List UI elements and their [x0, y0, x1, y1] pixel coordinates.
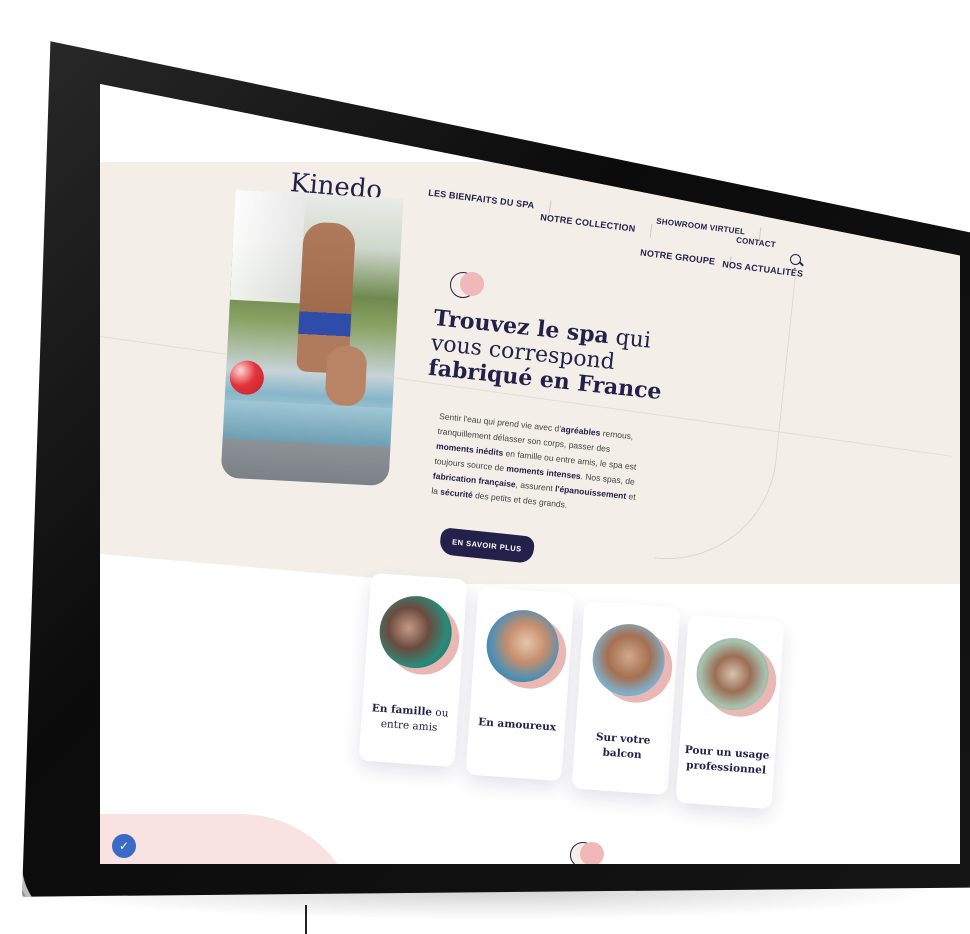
browser-viewport: Kinedo LES BIENFAITS DU SPA NOTRE COLLEC…	[100, 84, 960, 864]
cta-button[interactable]: EN SAVOIR PLUS	[438, 527, 535, 564]
hero-paragraph-segment: agréables	[560, 423, 601, 438]
card-label-bold: En famille	[371, 702, 433, 719]
decorative-pill-icon	[450, 272, 484, 298]
card-label: En amoureux	[473, 715, 562, 736]
curtain-shape	[229, 189, 306, 304]
card-label: Sur votre balcon	[578, 729, 668, 765]
card-amoureux[interactable]: En amoureux	[465, 586, 575, 782]
girl-figure	[324, 344, 368, 407]
card-label: Pour un usage professionnel	[682, 743, 772, 779]
search-icon[interactable]	[790, 254, 801, 265]
card-label-bold: En amoureux	[477, 716, 557, 734]
card-balcon[interactable]: Sur votre balcon	[571, 600, 681, 796]
decorative-pill-icon	[570, 842, 604, 864]
site-header	[100, 162, 960, 312]
hero-paragraph: Sentir l'eau qui prend vie avec d'agréab…	[431, 409, 644, 520]
hero-title: Trouvez le spa qui vous correspond fabri…	[427, 305, 693, 408]
stand-cable	[305, 905, 307, 934]
hero-paragraph-segment: moments inédits	[435, 440, 504, 458]
hero-paragraph-segment: , assurent	[515, 479, 556, 494]
chat-icon[interactable]: ✓	[112, 834, 136, 858]
hero-paragraph-segment: sécurité	[439, 486, 474, 500]
tablet-device: Kinedo LES BIENFAITS DU SPA NOTRE COLLEC…	[22, 14, 970, 924]
hero-paragraph-segment: moments intenses	[505, 463, 582, 482]
card-professionnel[interactable]: Pour un usage professionnel	[675, 614, 785, 810]
hero-photo	[220, 189, 404, 487]
card-famille[interactable]: En famille ou entre amis	[358, 572, 468, 768]
beach-ball	[228, 359, 265, 396]
card-label-bold: Sur votre balcon	[595, 731, 651, 762]
spa-tub	[220, 399, 393, 487]
card-label: En famille ou entre amis	[365, 701, 455, 737]
hero-paragraph-segment: l'épanouissement	[554, 483, 627, 501]
hero-paragraph-segment: . Nos spas, de	[580, 471, 636, 487]
card-label-bold: Pour un usage professionnel	[684, 743, 770, 777]
